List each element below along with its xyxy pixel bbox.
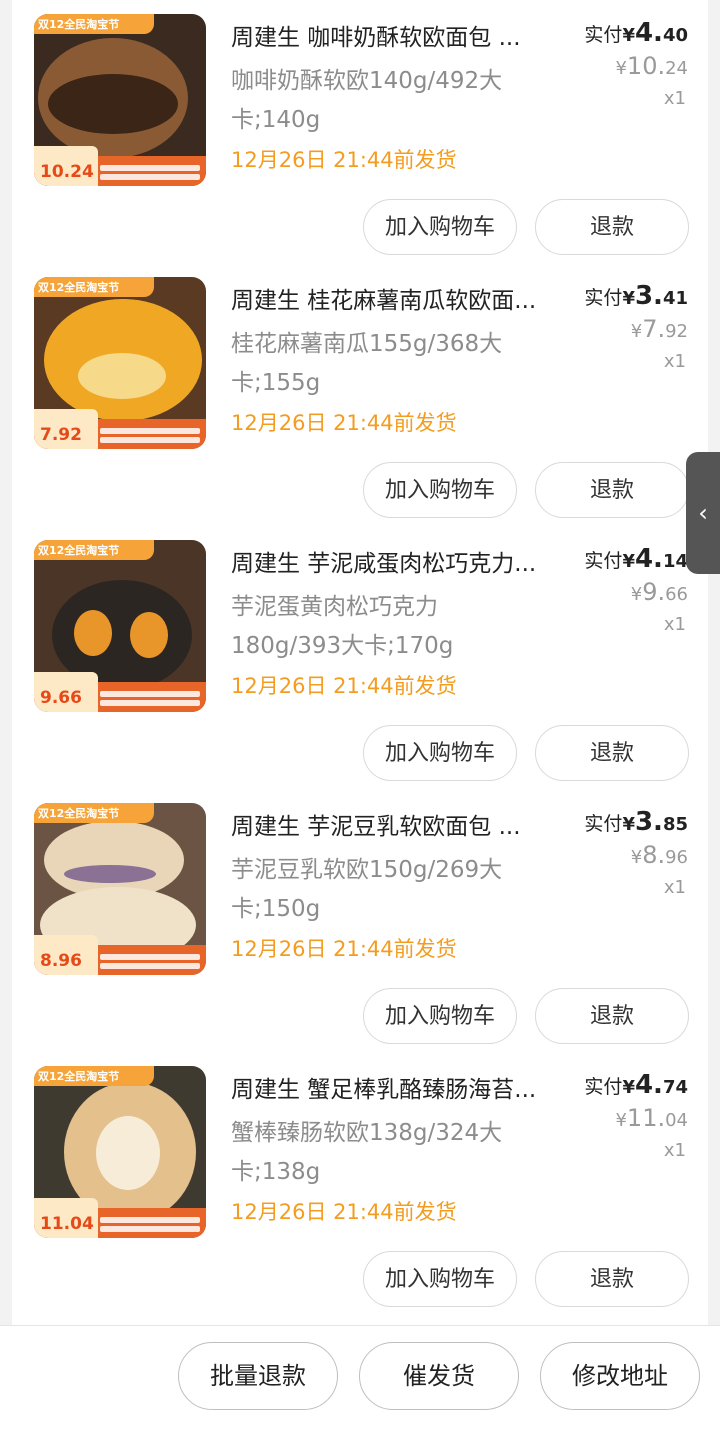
original-price: ¥9.66 [630, 578, 688, 606]
quantity: x1 [663, 351, 686, 372]
add-to-cart-button[interactable]: 加入购物车 [363, 988, 517, 1044]
ship-deadline: 12月26日 21:44前发货 [231, 937, 457, 961]
promo-text-lines [100, 425, 200, 445]
add-to-cart-button[interactable]: 加入购物车 [363, 725, 517, 781]
refund-button[interactable]: 退款 [535, 1251, 689, 1307]
product-thumbnail[interactable]: 双12全民淘宝节 11.04 [34, 1066, 206, 1238]
bread-filling-image [48, 74, 178, 134]
thumb-price-tag: 7.92 [34, 409, 98, 449]
refund-button[interactable]: 退款 [535, 988, 689, 1044]
product-title[interactable]: 周建生 咖啡奶酥软欧面包 ... [231, 18, 561, 52]
paid-price: 实付¥4.40 [584, 18, 688, 48]
ship-deadline: 12月26日 21:44前发货 [231, 1200, 457, 1224]
product-thumbnail[interactable]: 双12全民淘宝节 10.24 [34, 14, 206, 186]
promo-text-lines [100, 951, 200, 971]
add-to-cart-button[interactable]: 加入购物车 [363, 199, 517, 255]
bread-filling-image [74, 610, 112, 656]
paid-price: 实付¥3.41 [584, 281, 688, 311]
promo-banner: 双12全民淘宝节 [34, 277, 154, 297]
product-spec: 芋泥蛋黄肉松巧克力180g/393大卡;170g [231, 594, 454, 659]
bread-filling-image [130, 612, 168, 658]
add-to-cart-button[interactable]: 加入购物车 [363, 1251, 517, 1307]
urge-shipping-button[interactable]: 催发货 [359, 1342, 519, 1410]
quantity: x1 [663, 88, 686, 109]
promo-banner: 双12全民淘宝节 [34, 803, 154, 823]
thumb-price-tag: 8.96 [34, 935, 98, 975]
product-spec: 芋泥豆乳软欧150g/269大卡;150g [231, 857, 503, 922]
promo-banner: 双12全民淘宝节 [34, 540, 154, 560]
thumb-price-tag: 11.04 [34, 1198, 98, 1238]
promo-text-lines [100, 162, 200, 182]
ship-deadline: 12月26日 21:44前发货 [231, 674, 457, 698]
bread-filling-image [96, 1116, 160, 1190]
thumb-price-tag: 10.24 [34, 146, 98, 186]
bottom-action-bar: 批量退款 催发货 修改地址 [0, 1325, 720, 1431]
paid-price: 实付¥4.74 [584, 1070, 688, 1100]
change-address-button[interactable]: 修改地址 [540, 1342, 700, 1410]
product-thumbnail[interactable]: 双12全民淘宝节 7.92 [34, 277, 206, 449]
promo-banner: 双12全民淘宝节 [34, 1066, 154, 1086]
product-spec: 咖啡奶酥软欧140g/492大卡;140g [231, 68, 503, 133]
product-thumbnail[interactable]: 双12全民淘宝节 8.96 [34, 803, 206, 975]
order-items-card: 双12全民淘宝节 10.24 周建生 咖啡奶酥软欧面包 ... 咖啡奶酥软欧14… [12, 0, 708, 1325]
order-item[interactable]: 双12全民淘宝节 11.04 周建生 蟹足棒乳酪臻肠海苔... 蟹棒臻肠软欧13… [12, 1052, 708, 1315]
add-to-cart-button[interactable]: 加入购物车 [363, 462, 517, 518]
refund-button[interactable]: 退款 [535, 462, 689, 518]
ship-deadline: 12月26日 21:44前发货 [231, 148, 457, 172]
order-item[interactable]: 双12全民淘宝节 7.92 周建生 桂花麻薯南瓜软欧面... 桂花麻薯南瓜155… [12, 263, 708, 526]
product-title[interactable]: 周建生 蟹足棒乳酪臻肠海苔... [231, 1070, 561, 1104]
product-thumbnail[interactable]: 双12全民淘宝节 9.66 [34, 540, 206, 712]
promo-banner: 双12全民淘宝节 [34, 14, 154, 34]
side-collapse-tab[interactable]: ‹ [686, 452, 720, 574]
chevron-left-icon: ‹ [698, 499, 708, 527]
bread-filling-image [78, 353, 166, 399]
refund-button[interactable]: 退款 [535, 725, 689, 781]
order-item[interactable]: 双12全民淘宝节 8.96 周建生 芋泥豆乳软欧面包 ... 芋泥豆乳软欧150… [12, 789, 708, 1052]
original-price: ¥11.04 [615, 1104, 688, 1132]
product-title[interactable]: 周建生 芋泥豆乳软欧面包 ... [231, 807, 561, 841]
paid-price: 实付¥3.85 [584, 807, 688, 837]
product-spec: 蟹棒臻肠软欧138g/324大卡;138g [231, 1120, 503, 1185]
original-price: ¥8.96 [630, 841, 688, 869]
thumb-price-tag: 9.66 [34, 672, 98, 712]
ship-deadline: 12月26日 21:44前发货 [231, 411, 457, 435]
product-title[interactable]: 周建生 芋泥咸蛋肉松巧克力... [231, 544, 561, 578]
promo-text-lines [100, 1214, 200, 1234]
original-price: ¥10.24 [615, 52, 688, 80]
product-title[interactable]: 周建生 桂花麻薯南瓜软欧面... [231, 281, 561, 315]
bread-filling-image [64, 865, 156, 883]
order-item[interactable]: 双12全民淘宝节 10.24 周建生 咖啡奶酥软欧面包 ... 咖啡奶酥软欧14… [12, 0, 708, 263]
quantity: x1 [663, 877, 686, 898]
order-item[interactable]: 双12全民淘宝节 9.66 周建生 芋泥咸蛋肉松巧克力... 芋泥蛋黄肉松巧克力… [12, 526, 708, 789]
batch-refund-button[interactable]: 批量退款 [178, 1342, 338, 1410]
paid-price: 实付¥4.14 [584, 544, 688, 574]
promo-text-lines [100, 688, 200, 708]
refund-button[interactable]: 退款 [535, 199, 689, 255]
quantity: x1 [663, 614, 686, 635]
quantity: x1 [663, 1140, 686, 1161]
original-price: ¥7.92 [630, 315, 688, 343]
product-spec: 桂花麻薯南瓜155g/368大卡;155g [231, 331, 503, 396]
